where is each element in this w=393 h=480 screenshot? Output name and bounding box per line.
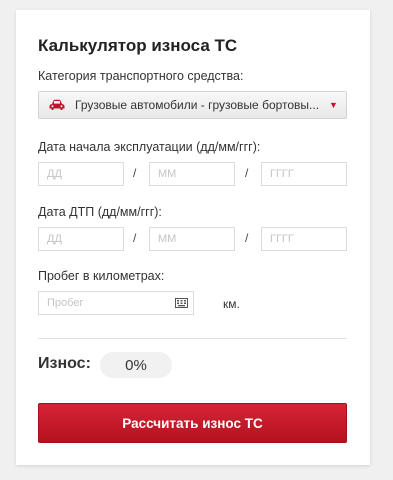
- vehicle-category-label: Категория транспортного средства:: [38, 69, 244, 83]
- keypad-icon[interactable]: [175, 298, 188, 308]
- vehicle-category-select[interactable]: Грузовые автомобили - грузовые бортовы..…: [38, 91, 347, 119]
- accident-date-fields: / /: [38, 227, 348, 251]
- start-date-label: Дата начала эксплуатации (дд/мм/ггг):: [38, 140, 261, 154]
- wear-value-badge: 0%: [100, 352, 172, 378]
- accident-date-day-input[interactable]: [38, 227, 124, 251]
- start-date-day-input[interactable]: [38, 162, 124, 186]
- date-separator: /: [133, 166, 137, 180]
- accident-date-year-input[interactable]: [261, 227, 347, 251]
- mileage-field: [38, 291, 194, 315]
- car-icon: [49, 99, 65, 110]
- calculate-wear-button[interactable]: Рассчитать износ ТС: [38, 403, 347, 443]
- start-date-month-input[interactable]: [149, 162, 235, 186]
- dropdown-arrow-icon: ▼: [329, 100, 338, 110]
- date-separator: /: [245, 166, 249, 180]
- mileage-input[interactable]: [39, 292, 189, 314]
- mileage-unit: км.: [223, 297, 240, 311]
- accident-date-month-input[interactable]: [149, 227, 235, 251]
- date-separator: /: [245, 231, 249, 245]
- start-date-fields: / /: [38, 162, 348, 186]
- accident-date-label: Дата ДТП (дд/мм/ггг):: [38, 205, 162, 219]
- calculator-title: Калькулятор износа ТС: [38, 36, 238, 55]
- mileage-label: Пробег в километрах:: [38, 269, 165, 283]
- date-separator: /: [133, 231, 137, 245]
- wear-label: Износ:: [38, 355, 91, 372]
- wear-calculator-card: Калькулятор износа ТС Категория транспор…: [16, 10, 370, 465]
- vehicle-category-value: Грузовые автомобили - грузовые бортовы..…: [75, 98, 320, 112]
- divider: [38, 338, 347, 339]
- start-date-year-input[interactable]: [261, 162, 347, 186]
